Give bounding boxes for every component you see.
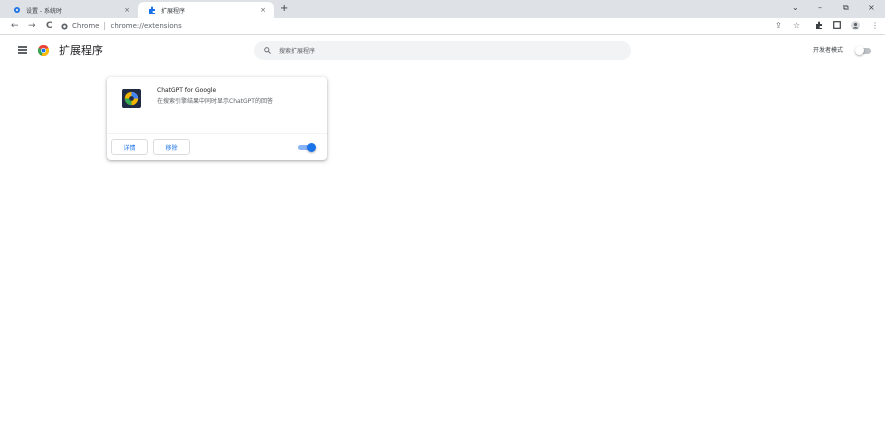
tab-title: 扩展程序: [161, 7, 186, 15]
details-button[interactable]: 详情: [111, 139, 148, 155]
forward-button[interactable]: →: [28, 20, 36, 32]
site-chip-label: Chrome: [72, 22, 100, 30]
gear-icon: [13, 6, 21, 14]
share-icon[interactable]: ⇪: [775, 21, 782, 31]
chrome-logo-icon: [38, 45, 49, 56]
card-divider: [107, 133, 327, 134]
extension-enable-toggle[interactable]: [298, 143, 316, 152]
new-tab-button[interactable]: +: [280, 3, 288, 15]
tab-strip: 设置 - 系统时 × 扩展程序 × + ⌄ – ⧉ ×: [0, 0, 885, 18]
close-tab-icon[interactable]: ×: [260, 6, 266, 14]
chrome-icon: [61, 22, 68, 30]
site-chip[interactable]: Chrome: [61, 22, 99, 30]
chatgpt-extension-icon: [122, 89, 141, 108]
extension-name: ChatGPT for Google: [157, 87, 217, 94]
minimize-button[interactable]: –: [818, 3, 822, 13]
close-tab-icon[interactable]: ×: [124, 6, 130, 14]
page-title: 扩展程序: [59, 44, 103, 57]
tab-settings[interactable]: 设置 - 系统时 ×: [0, 2, 138, 18]
search-icon: [264, 47, 271, 54]
extension-card: ChatGPT for Google 在搜索引擎结果中同时显示ChatGPT的回…: [107, 77, 327, 160]
extension-description: 在搜索引擎结果中同时显示ChatGPT的回答: [157, 98, 273, 105]
tab-extensions[interactable]: 扩展程序 ×: [138, 2, 274, 18]
tab-title: 设置 - 系统时: [26, 7, 62, 15]
browser-toolbar: ← → C Chrome chrome://extensions ⇪ ☆ ⋮: [0, 18, 885, 35]
side-panel-icon[interactable]: [833, 21, 841, 32]
bookmark-star-icon[interactable]: ☆: [793, 21, 800, 31]
toggle-knob: [307, 143, 316, 152]
menu-kebab-icon[interactable]: ⋮: [871, 21, 879, 31]
restore-button[interactable]: ⧉: [843, 3, 849, 13]
developer-mode-label: 开发者模式: [813, 47, 844, 54]
omnibox[interactable]: Chrome chrome://extensions: [61, 19, 761, 33]
extensions-header: 扩展程序 搜索扩展程序 开发者模式: [0, 36, 885, 66]
tab-search-icon[interactable]: ⌄: [792, 3, 799, 13]
search-input[interactable]: 搜索扩展程序: [254, 41, 631, 60]
search-placeholder: 搜索扩展程序: [279, 48, 316, 55]
back-button[interactable]: ←: [11, 20, 19, 32]
remove-button[interactable]: 移除: [153, 139, 190, 155]
developer-mode-toggle[interactable]: [855, 46, 871, 55]
puzzle-icon: [148, 6, 156, 14]
omnibox-divider: [104, 22, 106, 30]
toggle-knob: [855, 46, 864, 55]
profile-avatar-icon[interactable]: [851, 21, 860, 33]
extensions-puzzle-icon[interactable]: [815, 21, 823, 32]
address-text[interactable]: chrome://extensions: [110, 22, 181, 30]
close-window-button[interactable]: ×: [868, 3, 875, 13]
reload-button[interactable]: C: [46, 20, 53, 32]
menu-hamburger-icon[interactable]: [18, 46, 27, 54]
